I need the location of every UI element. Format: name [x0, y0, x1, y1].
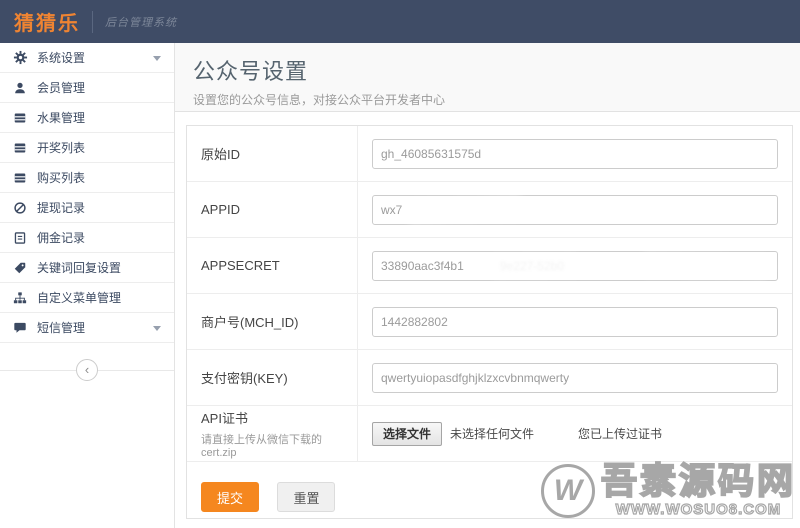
- sidebar-item-label: 佣金记录: [37, 229, 85, 246]
- top-header: 猜猜乐 后台管理系统: [0, 0, 800, 43]
- mch-id-input[interactable]: [372, 307, 778, 337]
- file-icon: [12, 230, 28, 246]
- api-cert-label: API证书: [201, 408, 343, 427]
- mch-id-label: 商户号(MCH_ID): [201, 312, 343, 331]
- header-subtitle: 后台管理系统: [105, 14, 177, 30]
- sidebar-item-label: 提现记录: [37, 199, 85, 216]
- page-title: 公众号设置: [193, 54, 800, 86]
- sidebar-item-system-settings[interactable]: 系统设置: [0, 43, 174, 73]
- api-cert-hint: 请直接上传从微信下载的cert.zip: [201, 431, 343, 459]
- appid-label: APPID: [201, 202, 343, 217]
- sidebar-item-custom-menu-management[interactable]: 自定义菜单管理: [0, 283, 174, 313]
- submit-button[interactable]: 提交: [201, 482, 259, 512]
- sidebar-item-draw-list[interactable]: 开奖列表: [0, 133, 174, 163]
- sidebar-item-fruit-management[interactable]: 水果管理: [0, 103, 174, 133]
- appid-input[interactable]: [372, 195, 778, 225]
- original-id-input[interactable]: [372, 139, 778, 169]
- form-row-original-id: 原始ID: [187, 126, 792, 182]
- chevron-down-icon: [153, 56, 161, 61]
- pay-key-label: 支付密钥(KEY): [201, 368, 343, 387]
- original-id-label: 原始ID: [201, 144, 343, 163]
- calendar-icon: [12, 170, 28, 186]
- gear-icon: [12, 50, 28, 66]
- form-row-appsecret: APPSECRET 9e227-52b0: [187, 238, 792, 294]
- sidebar-item-commission-records[interactable]: 佣金记录: [0, 223, 174, 253]
- settings-form-panel: 原始ID APPID APPSECRET: [186, 125, 793, 519]
- sidebar-collapse-button[interactable]: ‹: [76, 359, 98, 381]
- chevron-down-icon: [153, 326, 161, 331]
- form-row-appid: APPID: [187, 182, 792, 238]
- sidebar-item-keyword-reply-settings[interactable]: 关键词回复设置: [0, 253, 174, 283]
- sidebar-item-sms-management[interactable]: 短信管理: [0, 313, 174, 343]
- choose-file-button[interactable]: 选择文件: [372, 422, 442, 446]
- form-row-api-cert: API证书 请直接上传从微信下载的cert.zip 选择文件 未选择任何文件 您…: [187, 406, 792, 462]
- sidebar-item-label: 系统设置: [37, 49, 85, 66]
- sidebar-item-purchase-list[interactable]: 购买列表: [0, 163, 174, 193]
- user-icon: [12, 80, 28, 96]
- sidebar-item-label: 购买列表: [37, 169, 85, 186]
- calendar-icon: [12, 140, 28, 156]
- ban-icon: [12, 200, 28, 216]
- reset-button[interactable]: 重置: [277, 482, 335, 512]
- sidebar-item-label: 自定义菜单管理: [37, 289, 121, 306]
- calendar-icon: [12, 110, 28, 126]
- page-subtitle: 设置您的公众号信息，对接公众平台开发者中心: [193, 91, 800, 108]
- pay-key-input[interactable]: [372, 363, 778, 393]
- cert-uploaded-note: 您已上传过证书: [578, 425, 662, 442]
- sidebar-item-label: 短信管理: [37, 319, 85, 336]
- form-row-pay-key: 支付密钥(KEY): [187, 350, 792, 406]
- no-file-selected-text: 未选择任何文件: [450, 425, 534, 442]
- page-head: 公众号设置 设置您的公众号信息，对接公众平台开发者中心: [175, 43, 800, 112]
- comment-icon: [12, 320, 28, 336]
- appsecret-input[interactable]: [372, 251, 778, 281]
- app-logo: 猜猜乐: [14, 7, 80, 36]
- main-content: 公众号设置 设置您的公众号信息，对接公众平台开发者中心 原始ID APPID: [175, 43, 800, 528]
- sidebar-collapse-bar: ‹: [0, 359, 174, 383]
- sitemap-icon: [12, 290, 28, 306]
- sidebar-item-withdrawal-records[interactable]: 提现记录: [0, 193, 174, 223]
- form-button-area: 提交 重置: [187, 462, 792, 512]
- sidebar: 系统设置 会员管理 水果管理 开奖列: [0, 43, 175, 528]
- sidebar-item-member-management[interactable]: 会员管理: [0, 73, 174, 103]
- appsecret-label: APPSECRET: [201, 258, 343, 273]
- form-row-mch-id: 商户号(MCH_ID): [187, 294, 792, 350]
- sidebar-item-label: 水果管理: [37, 109, 85, 126]
- sidebar-item-label: 关键词回复设置: [37, 259, 121, 276]
- tag-icon: [12, 260, 28, 276]
- sidebar-item-label: 开奖列表: [37, 139, 85, 156]
- logo-divider: [92, 11, 93, 33]
- sidebar-item-label: 会员管理: [37, 79, 85, 96]
